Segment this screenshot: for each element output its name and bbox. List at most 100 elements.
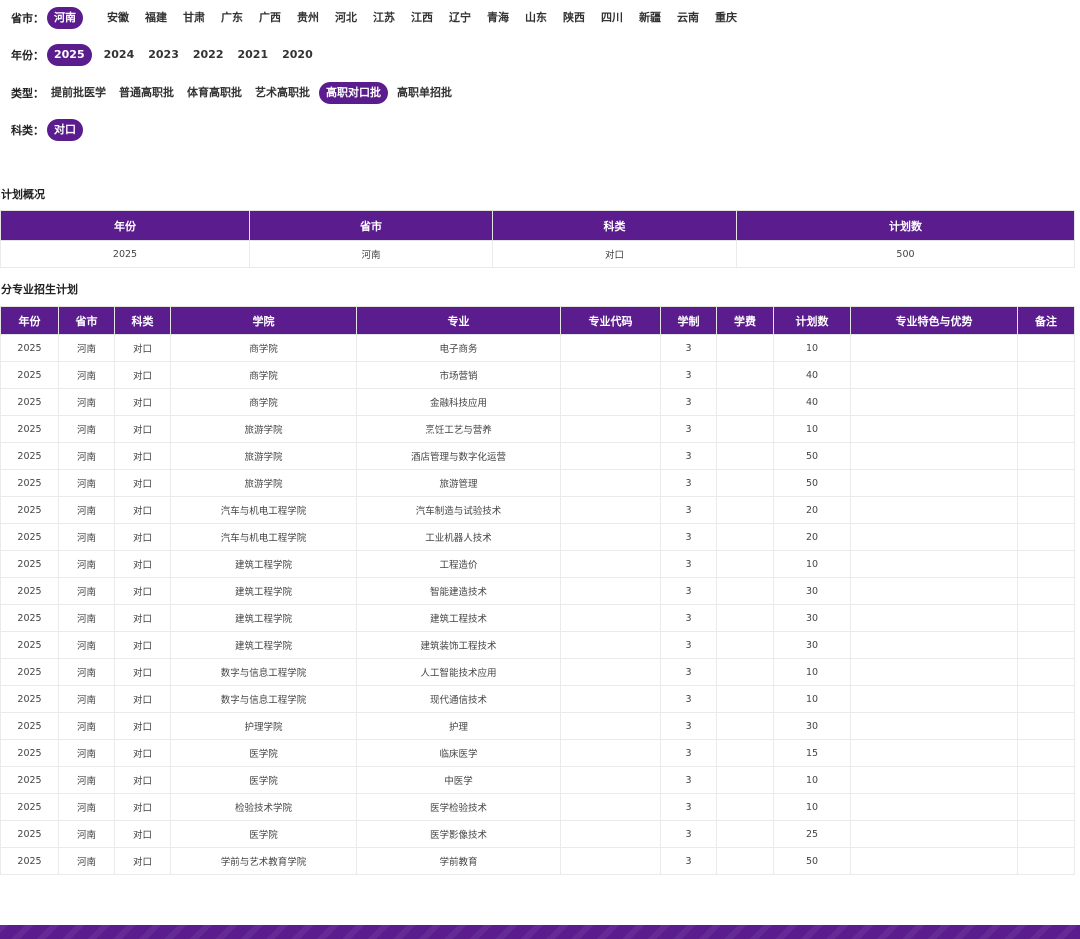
major-plan-cell (850, 847, 1018, 875)
province-option[interactable]: 安徽 (103, 7, 133, 29)
major-plan-cell: 50 (773, 469, 851, 497)
major-plan-cell (850, 577, 1018, 605)
major-plan-cell: 数字与信息工程学院 (170, 658, 357, 686)
major-plan-cell (1017, 577, 1075, 605)
major-plan-cell: 河南 (58, 523, 115, 551)
major-plan-cell (716, 739, 774, 767)
major-plan-cell: 医学院 (170, 766, 357, 794)
major-plan-cell: 建筑工程技术 (356, 604, 561, 632)
province-option[interactable]: 福建 (141, 7, 171, 29)
major-plan-cell: 建筑工程学院 (170, 550, 357, 578)
province-option[interactable]: 云南 (673, 7, 703, 29)
major-plan-cell: 中医学 (356, 766, 561, 794)
major-plan-cell (560, 739, 661, 767)
province-option[interactable]: 山东 (521, 7, 551, 29)
province-option[interactable]: 河北 (331, 7, 361, 29)
year-option[interactable]: 2020 (278, 44, 317, 66)
table-row: 2025 河南 对口 旅游学院 酒店管理与数字化运营 3 50 (0, 442, 1075, 470)
major-plan-header-cell: 计划数 (773, 306, 851, 335)
major-plan-cell: 2025 (0, 523, 59, 551)
type-option[interactable]: 高职对口批 (319, 82, 388, 104)
major-plan-cell: 对口 (114, 577, 171, 605)
major-plan-cell (716, 847, 774, 875)
province-option[interactable]: 河南 (47, 7, 83, 29)
type-option[interactable]: 高职单招批 (393, 82, 456, 104)
plan-overview-header-cell: 年份 (0, 210, 250, 241)
major-plan-cell (1017, 604, 1075, 632)
province-option[interactable]: 新疆 (635, 7, 665, 29)
province-option[interactable]: 贵州 (293, 7, 323, 29)
major-plan-cell: 3 (660, 820, 717, 848)
major-plan-cell (560, 550, 661, 578)
major-plan-cell: 河南 (58, 658, 115, 686)
type-option[interactable]: 普通高职批 (115, 82, 178, 104)
year-option[interactable]: 2022 (189, 44, 228, 66)
major-plan-title: 分专业招生计划 (1, 283, 78, 296)
type-option[interactable]: 提前批医学 (47, 82, 110, 104)
major-plan-cell (850, 334, 1018, 362)
province-option[interactable]: 辽宁 (445, 7, 475, 29)
major-plan-cell (1017, 820, 1075, 848)
type-option[interactable]: 艺术高职批 (251, 82, 314, 104)
major-plan-cell: 对口 (114, 847, 171, 875)
major-plan-cell (560, 631, 661, 659)
year-option[interactable]: 2021 (234, 44, 273, 66)
province-option[interactable]: 广西 (255, 7, 285, 29)
major-plan-cell: 2025 (0, 604, 59, 632)
major-plan-cell: 3 (660, 685, 717, 713)
major-plan-cell: 2025 (0, 577, 59, 605)
province-option[interactable]: 重庆 (711, 7, 741, 29)
major-plan-cell (1017, 712, 1075, 740)
province-option[interactable]: 陕西 (559, 7, 589, 29)
major-plan-cell (1017, 523, 1075, 551)
major-plan-cell (716, 388, 774, 416)
major-plan-cell (716, 820, 774, 848)
province-option[interactable]: 四川 (597, 7, 627, 29)
major-plan-cell: 电子商务 (356, 334, 561, 362)
major-plan-cell: 对口 (114, 361, 171, 389)
major-plan-cell (560, 712, 661, 740)
major-plan-header-cell: 专业代码 (560, 306, 661, 335)
province-option[interactable]: 江苏 (369, 7, 399, 29)
major-plan-cell (1017, 793, 1075, 821)
major-plan-cell (1017, 631, 1075, 659)
major-plan-cell: 2025 (0, 361, 59, 389)
year-option[interactable]: 2024 (100, 44, 139, 66)
table-row: 2025 河南 对口 医学院 临床医学 3 15 (0, 739, 1075, 767)
major-plan-cell (716, 415, 774, 443)
major-plan-cell: 3 (660, 415, 717, 443)
major-plan-cell (560, 361, 661, 389)
major-plan-cell (850, 415, 1018, 443)
subject-option[interactable]: 对口 (47, 119, 83, 141)
province-option[interactable]: 江西 (407, 7, 437, 29)
major-plan-cell (850, 604, 1018, 632)
major-plan-cell: 建筑工程学院 (170, 577, 357, 605)
year-option[interactable]: 2025 (47, 44, 92, 66)
major-plan-cell: 2025 (0, 793, 59, 821)
plan-overview-table: 年份 省市 科类 计划数 2025 河南 对口 500 (0, 210, 1075, 268)
major-plan-cell: 烹饪工艺与营养 (356, 415, 561, 443)
major-plan-cell: 对口 (114, 388, 171, 416)
year-option[interactable]: 2023 (144, 44, 183, 66)
table-row: 2025 河南 对口 建筑工程学院 智能建造技术 3 30 (0, 577, 1075, 605)
major-plan-cell (716, 550, 774, 578)
table-row: 2025 河南 对口 护理学院 护理 3 30 (0, 712, 1075, 740)
major-plan-cell (1017, 469, 1075, 497)
type-filter-label: 类型： (11, 87, 44, 100)
province-option[interactable]: 青海 (483, 7, 513, 29)
major-plan-cell: 对口 (114, 739, 171, 767)
major-plan-cell (716, 631, 774, 659)
major-plan-cell: 河南 (58, 712, 115, 740)
major-plan-cell (1017, 442, 1075, 470)
province-option[interactable]: 甘肃 (179, 7, 209, 29)
type-option[interactable]: 体育高职批 (183, 82, 246, 104)
major-plan-cell: 25 (773, 820, 851, 848)
major-plan-cell (716, 442, 774, 470)
province-option[interactable]: 广东 (217, 7, 247, 29)
major-plan-cell: 2025 (0, 334, 59, 362)
major-plan-cell: 3 (660, 550, 717, 578)
major-plan-cell: 对口 (114, 469, 171, 497)
major-plan-cell (560, 469, 661, 497)
major-plan-cell: 3 (660, 496, 717, 524)
major-plan-cell: 旅游学院 (170, 442, 357, 470)
